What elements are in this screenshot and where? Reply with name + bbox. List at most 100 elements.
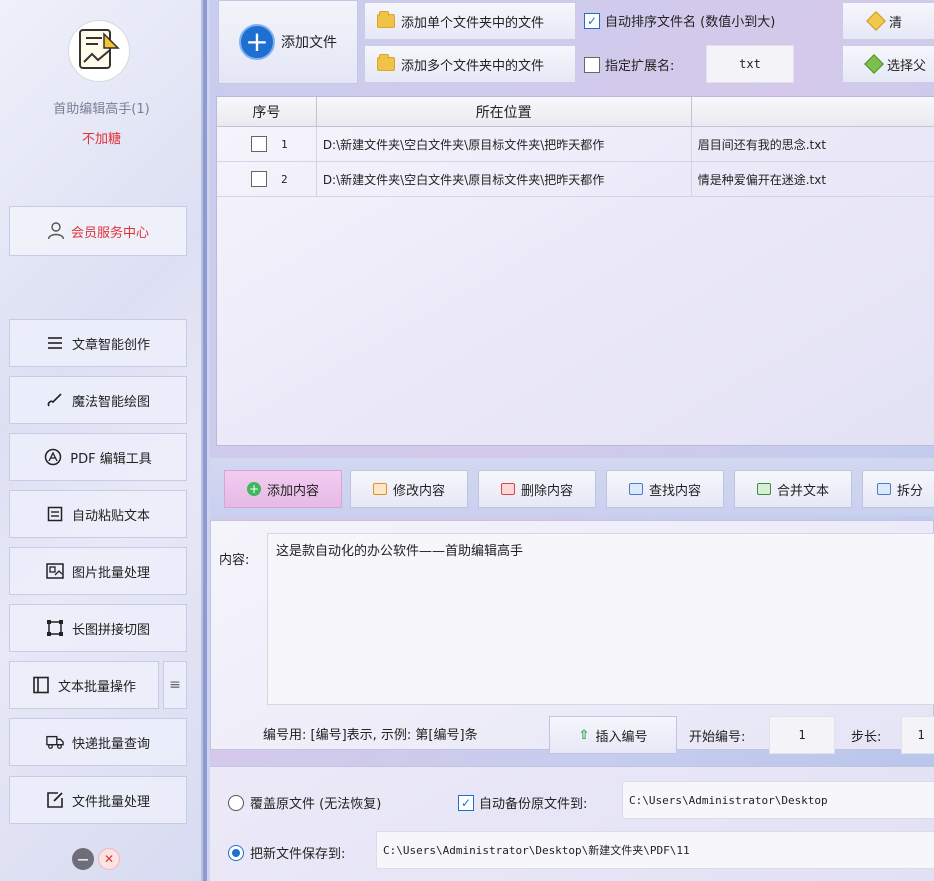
radio-selected-icon [228, 844, 244, 861]
insert-number-button[interactable]: ⇧ 插入编号 [549, 716, 677, 754]
nav-label: 文本批量操作 [57, 679, 136, 695]
nav-label: PDF 编辑工具 [70, 451, 152, 467]
split-icon [877, 483, 891, 495]
close-button[interactable]: ✕ [98, 848, 120, 870]
step-input[interactable]: 1 [901, 716, 934, 754]
minimize-button[interactable]: — [72, 848, 94, 870]
content-action-bar: + 添加内容 修改内容 删除内容 查找内容 合并文本 拆分 [210, 458, 934, 516]
auto-sort-label: 自动排序文件名 (数值小到大) [605, 15, 776, 30]
menu-lines-icon [46, 334, 64, 352]
folder-icon [377, 54, 395, 71]
delete-content-button[interactable]: 删除内容 [478, 470, 596, 508]
name-cell: 情是种爱偏开在迷途.txt [692, 162, 934, 196]
checkbox-checked-icon: ✓ [458, 794, 474, 811]
add-single-folder-label: 添加单个文件夹中的文件 [401, 15, 545, 31]
nav-magic-drawing[interactable]: 魔法智能绘图 [9, 376, 187, 424]
add-file-button[interactable]: + 添加文件 [218, 0, 358, 84]
hamburger-icon: ≡ [169, 677, 181, 693]
header-index[interactable]: 序号 [217, 97, 317, 126]
nav-label: 长图拼接切图 [71, 622, 150, 638]
numbering-row: 编号用: [编号]表示, 示例: 第[编号]条 ⇧ 插入编号 开始编号: 1 步… [211, 716, 934, 756]
index-cell: 2 [217, 162, 317, 196]
delete-icon [500, 483, 515, 495]
find-content-label: 查找内容 [648, 483, 701, 499]
nav-long-image[interactable]: 长图拼接切图 [9, 604, 187, 652]
truck-icon [46, 733, 64, 751]
file-edit-icon [46, 791, 64, 809]
header-location[interactable]: 所在位置 [317, 97, 692, 126]
nav-label: 魔法智能绘图 [71, 394, 150, 410]
nav-label: 文件批量处理 [71, 794, 150, 810]
overwrite-radio[interactable]: 覆盖原文件 (无法恢复) [228, 793, 381, 812]
app-name: 首助编辑高手(1) [53, 102, 150, 117]
backup-checkbox[interactable]: ✓ 自动备份原文件到: [458, 793, 587, 812]
toolbar: + 添加文件 添加单个文件夹中的文件 添加多个文件夹中的文件 ✓ 自动排序文件名… [210, 0, 934, 88]
header-name[interactable] [692, 97, 934, 126]
sidebar: 首助编辑高手(1) 不加糖 会员服务中心 文章智能创作 魔法智能绘图 PDF 编… [0, 0, 207, 881]
backup-label: 自动备份原文件到: [479, 797, 588, 812]
clear-label: 清 [889, 15, 903, 31]
app-logo [68, 20, 130, 82]
location-cell: D:\新建文件夹\空白文件夹\原目标文件夹\把昨天都作 [317, 162, 692, 196]
add-multi-folder-button[interactable]: 添加多个文件夹中的文件 [364, 45, 576, 83]
split-button[interactable]: 拆分 [862, 470, 934, 508]
nav-article-creation[interactable]: 文章智能创作 [9, 319, 187, 367]
auto-sort-checkbox[interactable]: ✓ 自动排序文件名 (数值小到大) [584, 11, 775, 30]
ext-label: 指定扩展名: [605, 59, 675, 74]
nav-image-batch[interactable]: 图片批量处理 [9, 547, 187, 595]
nav-label: 快递批量查询 [71, 736, 150, 752]
table-row[interactable]: 2 D:\新建文件夹\空白文件夹\原目标文件夹\把昨天都作 情是种爱偏开在迷途.… [217, 162, 934, 197]
add-circle-icon: + [246, 482, 261, 496]
row-checkbox[interactable] [251, 136, 267, 152]
save-new-label: 把新文件保存到: [250, 847, 346, 862]
nav-pdf-tools[interactable]: PDF 编辑工具 [9, 433, 187, 481]
ext-input[interactable]: txt [706, 45, 794, 83]
overwrite-label: 覆盖原文件 (无法恢复) [250, 797, 382, 812]
table-row[interactable]: 1 D:\新建文件夹\空白文件夹\原目标文件夹\把昨天都作 眉目间还有我的思念.… [217, 127, 934, 162]
clear-button[interactable]: 清 [842, 2, 934, 40]
merge-text-label: 合并文本 [776, 483, 829, 499]
add-single-folder-button[interactable]: 添加单个文件夹中的文件 [364, 2, 576, 40]
member-center-label: 会员服务中心 [70, 225, 149, 241]
numbering-hint: 编号用: [编号]表示, 示例: 第[编号]条 [263, 728, 478, 743]
find-content-button[interactable]: 查找内容 [606, 470, 724, 508]
nav-label: 文章智能创作 [71, 337, 150, 353]
save-path-input[interactable]: C:\Users\Administrator\Desktop\新建文件夹\PDF… [376, 831, 934, 869]
insert-number-label: 插入编号 [595, 729, 648, 745]
nav-express-query[interactable]: 快递批量查询 [9, 718, 187, 766]
app-subtitle: 不加糖 [81, 132, 121, 147]
logo-icon [79, 29, 120, 69]
user-icon [47, 222, 65, 240]
arrow-up-icon: ⇧ [578, 727, 590, 743]
file-table: 序号 所在位置 1 D:\新建文件夹\空白文件夹\原目标文件夹\把昨天都作 眉目… [216, 96, 934, 446]
brush-icon [46, 391, 64, 409]
add-content-button[interactable]: + 添加内容 [224, 470, 342, 508]
ext-checkbox[interactable]: 指定扩展名: [584, 55, 674, 74]
nav-auto-paste[interactable]: 自动粘贴文本 [9, 490, 187, 538]
crop-icon [46, 619, 64, 637]
start-number-input[interactable]: 1 [769, 716, 835, 754]
row-checkbox[interactable] [251, 171, 267, 187]
merge-icon [756, 483, 771, 495]
edit-icon [372, 483, 387, 495]
output-options: 覆盖原文件 (无法恢复) ✓ 自动备份原文件到: C:\Users\Admini… [210, 766, 934, 881]
paste-icon [46, 505, 64, 523]
nav-file-batch[interactable]: 文件批量处理 [9, 776, 187, 824]
modify-content-button[interactable]: 修改内容 [350, 470, 468, 508]
save-new-radio[interactable]: 把新文件保存到: [228, 843, 345, 862]
step-label: 步长: [851, 730, 882, 745]
merge-text-button[interactable]: 合并文本 [734, 470, 852, 508]
main-panel: + 添加文件 添加单个文件夹中的文件 添加多个文件夹中的文件 ✓ 自动排序文件名… [210, 0, 934, 881]
index-cell: 1 [217, 127, 317, 161]
location-cell: D:\新建文件夹\空白文件夹\原目标文件夹\把昨天都作 [317, 127, 692, 161]
close-icon: ✕ [103, 852, 115, 866]
member-center-button[interactable]: 会员服务中心 [9, 206, 187, 256]
delete-content-label: 删除内容 [520, 483, 573, 499]
nav-text-batch[interactable]: 文本批量操作 [9, 661, 159, 709]
content-textarea[interactable]: 这是款自动化的办公软件——首助编辑高手 [267, 533, 934, 705]
select-parent-button[interactable]: 选择父 [842, 45, 934, 83]
find-icon [628, 483, 643, 495]
nav-more-button[interactable]: ≡ [163, 661, 187, 709]
backup-path-input[interactable]: C:\Users\Administrator\Desktop [622, 781, 934, 819]
nav-label: 图片批量处理 [71, 565, 150, 581]
